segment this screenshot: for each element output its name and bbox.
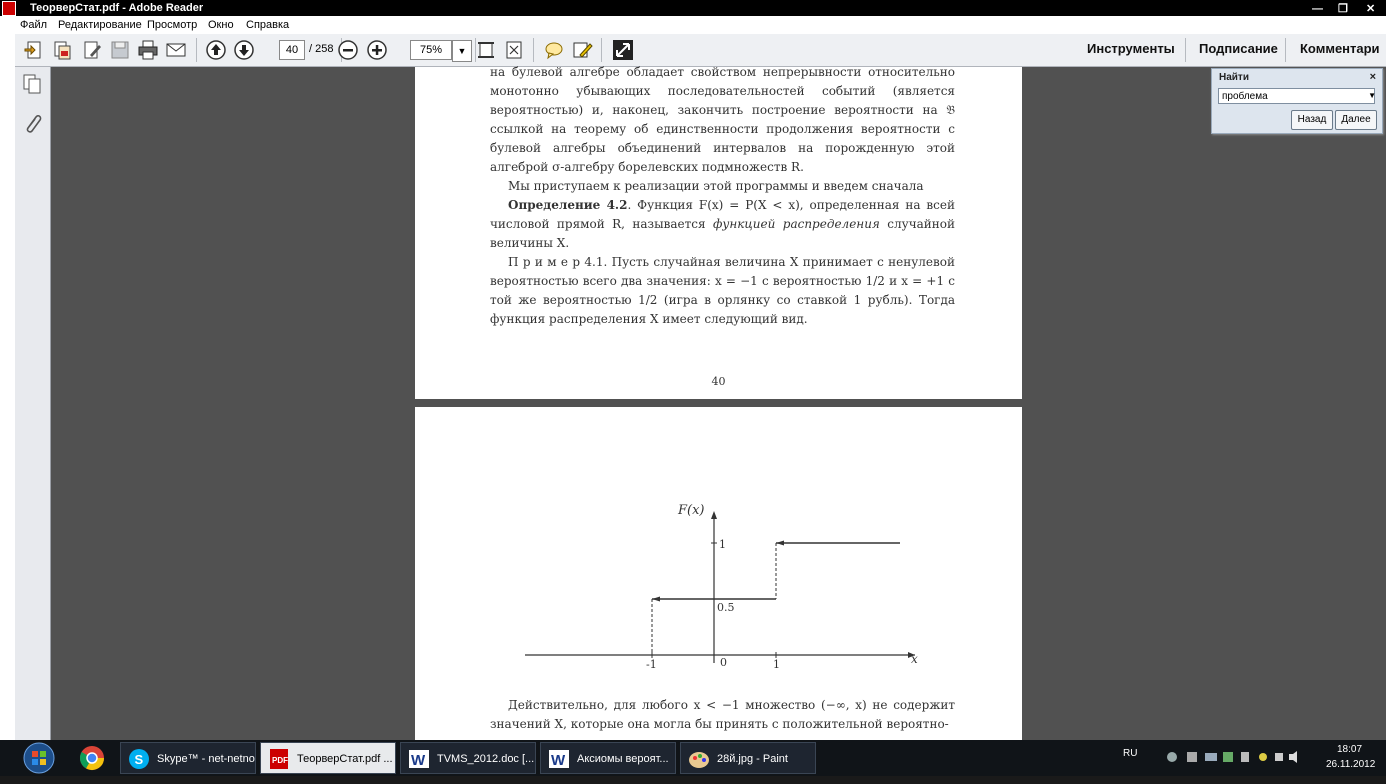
system-tray-icons[interactable] [1165, 750, 1305, 764]
page-total: / 258 [309, 43, 334, 55]
find-title: Найти [1219, 72, 1249, 83]
word-icon: W [407, 747, 431, 771]
attachments-icon[interactable] [21, 111, 43, 133]
left-limit-arrow [652, 596, 660, 602]
print-icon[interactable] [137, 39, 159, 61]
maximize-icon[interactable]: ❐ [1338, 1, 1348, 17]
definition-heading: Определение 4.2 [508, 198, 628, 212]
find-back-button[interactable]: Назад [1291, 110, 1333, 130]
chrome-icon[interactable] [78, 744, 106, 772]
taskbar: S Skype™ - net-netno PDF ТеорверСтат.pdf… [0, 740, 1386, 776]
comment-icon[interactable] [543, 39, 565, 61]
close-icon[interactable]: ✕ [1366, 1, 1375, 17]
svg-text:W: W [551, 752, 566, 769]
toolbar-separator [1285, 38, 1286, 62]
x-axis-label: x [911, 652, 918, 666]
edit-pdf-icon[interactable] [81, 39, 103, 61]
left-limit-arrow [776, 540, 784, 546]
menu-file[interactable]: Файл [20, 16, 47, 34]
taskbar-item-paint[interactable]: 28й.jpg - Paint [680, 742, 816, 774]
zoom-out-icon[interactable] [337, 39, 359, 61]
email-icon[interactable] [165, 39, 187, 61]
menu-edit[interactable]: Редактирование [58, 16, 142, 34]
x-tick-label-0: 0 [720, 656, 727, 669]
find-panel: Найти × проблема ▼ Назад Далее [1211, 68, 1383, 134]
y-tick-label-1: 1 [719, 538, 726, 551]
find-input[interactable]: проблема [1218, 88, 1375, 104]
page-text: на булевой алгебре обладает свойством не… [490, 63, 955, 329]
previous-page-icon[interactable] [205, 39, 227, 61]
close-icon[interactable]: × [1370, 71, 1376, 83]
windows-logo-icon [23, 742, 55, 774]
window-left-edge [0, 34, 15, 740]
taskbar-item-word-tvms[interactable]: W TVMS_2012.doc [... [400, 742, 536, 774]
comment-panel-button[interactable]: Комментари [1300, 41, 1380, 56]
toolbar-separator [533, 38, 534, 62]
paragraph: Мы приступаем к реализации этой программ… [508, 179, 924, 193]
y-axis-arrow [711, 511, 717, 519]
window-controls: — ❐ ✕ [1306, 0, 1386, 16]
taskbar-item-adobe-reader[interactable]: PDF ТеорверСтат.pdf ... [260, 742, 396, 774]
sign-panel-button[interactable]: Подписание [1199, 41, 1278, 56]
taskbar-item-skype[interactable]: S Skype™ - net-netno [120, 742, 256, 774]
y-tick-label-half: 0.5 [717, 601, 735, 614]
menu-help[interactable]: Справка [246, 16, 289, 34]
save-icon[interactable] [109, 39, 131, 61]
next-page-icon[interactable] [233, 39, 255, 61]
paragraph: на булевой алгебре обладает свойством не… [490, 65, 955, 174]
svg-text:W: W [411, 752, 426, 769]
fullscreen-icon[interactable] [612, 39, 634, 61]
language-indicator[interactable]: RU [1123, 748, 1137, 759]
pdf-icon: PDF [267, 747, 291, 771]
tools-panel-button[interactable]: Инструменты [1087, 41, 1175, 56]
svg-text:S: S [135, 752, 144, 767]
example-heading: П р и м е р 4.1. [508, 255, 608, 269]
x-tick-label-neg1: -1 [646, 658, 657, 671]
svg-text:PDF: PDF [272, 756, 288, 765]
menu-window[interactable]: Окно [208, 16, 234, 34]
create-pdf-icon[interactable] [23, 39, 45, 61]
document-view[interactable]: на булевой алгебре обладает свойством не… [51, 65, 1386, 747]
paint-icon [687, 747, 711, 771]
example-paragraph: П р и м е р 4.1. Пусть случайная величин… [490, 253, 955, 329]
toolbar-separator [601, 38, 602, 62]
pdf-page-41: F(x) x 1 0.5 -1 0 1 Действительно, для л… [415, 407, 1022, 747]
adobe-reader-icon [2, 1, 16, 16]
zoom-level-input[interactable]: 75% [410, 40, 452, 60]
navigation-pane [15, 67, 51, 740]
chevron-down-icon[interactable]: ▼ [1368, 91, 1376, 100]
toolbar-separator [196, 38, 197, 62]
clock-time[interactable]: 18:07 [1337, 744, 1362, 755]
word-icon: W [547, 747, 571, 771]
zoom-dropdown-icon[interactable]: ▼ [452, 40, 472, 62]
menu-view[interactable]: Просмотр [147, 16, 197, 34]
x-tick-label-1: 1 [773, 658, 780, 671]
toolbar-separator [1185, 38, 1186, 62]
definition-paragraph: Определение 4.2. Функция F(x) = P(X < x)… [490, 196, 955, 253]
minimize-icon[interactable]: — [1312, 1, 1323, 17]
page-text: Действительно, для любого x < −1 множест… [490, 696, 955, 734]
fit-width-icon[interactable] [503, 39, 525, 61]
paragraph: Действительно, для любого x < −1 множест… [490, 698, 955, 731]
page-thumbnails-icon[interactable] [21, 73, 43, 95]
clock-date[interactable]: 26.11.2012 [1326, 759, 1375, 770]
zoom-in-icon[interactable] [366, 39, 388, 61]
pdf-page-40: на булевой алгебре обладает свойством не… [415, 65, 1022, 399]
page-number: 40 [711, 375, 726, 388]
taskbar-item-word-axioms[interactable]: W Аксиомы вероят... [540, 742, 676, 774]
skype-icon: S [127, 747, 151, 771]
y-axis-label: F(x) [677, 503, 705, 518]
window-title: ТеорверСтат.pdf - Adobe Reader [30, 2, 204, 14]
window-titlebar: ТеорверСтат.pdf - Adobe Reader — ❐ ✕ [0, 0, 1386, 16]
start-button[interactable] [20, 740, 58, 776]
menu-bar: Файл Редактирование Просмотр Окно Справк… [0, 16, 1386, 35]
find-next-button[interactable]: Далее [1335, 110, 1377, 130]
definition-term: функцией распределения [713, 217, 880, 231]
page-number-input[interactable]: 40 [279, 40, 305, 60]
fit-page-icon[interactable] [475, 39, 497, 61]
highlight-icon[interactable] [571, 39, 593, 61]
combine-files-icon[interactable] [51, 39, 73, 61]
